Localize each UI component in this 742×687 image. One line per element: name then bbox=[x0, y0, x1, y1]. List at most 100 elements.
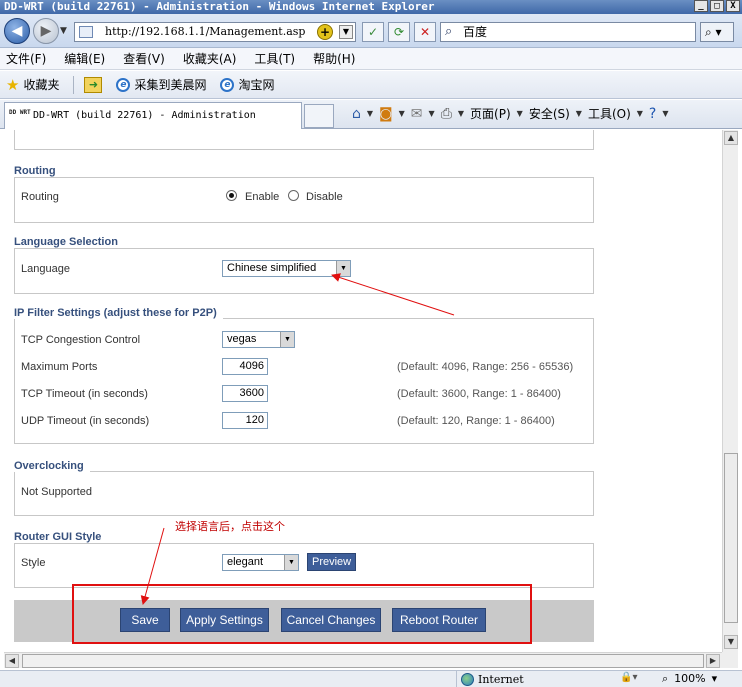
home-icon[interactable]: ⌂ bbox=[352, 106, 361, 122]
tools-dropdown-icon[interactable]: ▼ bbox=[637, 109, 643, 118]
address-dropdown-icon[interactable]: ▼ bbox=[339, 25, 353, 39]
favorite-link-2[interactable]: e 淘宝网 bbox=[220, 76, 275, 93]
routing-section bbox=[14, 177, 594, 223]
preview-button[interactable]: Preview bbox=[307, 553, 357, 571]
help-icon[interactable]: ? bbox=[649, 106, 656, 122]
menu-file[interactable]: 文件(F) bbox=[6, 50, 46, 67]
routing-enable-radio[interactable] bbox=[226, 190, 237, 201]
print-dropdown-icon[interactable]: ▼ bbox=[458, 109, 464, 118]
favorite-link-1[interactable]: e 采集到美晨网 bbox=[116, 76, 206, 93]
tcp-timeout-input[interactable]: 3600 bbox=[222, 385, 268, 402]
scroll-right-icon[interactable]: ▶ bbox=[706, 654, 720, 668]
address-toolbar: ◀ ▶ ▼ http://192.168.1.1/Management.asp … bbox=[0, 14, 742, 48]
menu-edit[interactable]: 编辑(E) bbox=[64, 50, 105, 67]
tab-title: DD-WRT (build 22761) - Administration bbox=[33, 110, 256, 121]
vertical-scrollbar[interactable]: ▲ ▼ bbox=[722, 130, 738, 652]
forward-button[interactable]: ▶ bbox=[33, 18, 59, 44]
horizontal-scroll-thumb[interactable] bbox=[22, 654, 704, 668]
search-icon: ⌕ ▾ bbox=[705, 25, 722, 39]
search-provider-icon: ⌕ bbox=[445, 24, 453, 39]
menu-help[interactable]: 帮助(H) bbox=[313, 50, 355, 67]
globe-icon bbox=[461, 673, 474, 686]
scroll-down-icon[interactable]: ▼ bbox=[724, 635, 738, 649]
max-ports-label: Maximum Ports bbox=[21, 361, 98, 373]
maximize-button[interactable]: □ bbox=[710, 0, 724, 12]
horizontal-scrollbar[interactable]: ◀ ▶ bbox=[4, 652, 722, 668]
add-favorite-button[interactable]: ➜ bbox=[84, 76, 103, 93]
refresh-icon[interactable]: ⟳ bbox=[388, 22, 410, 42]
language-value: Chinese simplified bbox=[227, 262, 317, 274]
page-menu[interactable]: 页面(P) bbox=[470, 105, 511, 122]
back-button[interactable]: ◀ bbox=[4, 18, 30, 44]
close-window-button[interactable]: X bbox=[726, 0, 740, 12]
new-tab-button[interactable] bbox=[304, 104, 334, 128]
page-dropdown-icon[interactable]: ▼ bbox=[517, 109, 523, 118]
safety-dropdown-icon[interactable]: ▼ bbox=[576, 109, 582, 118]
language-select[interactable]: Chinese simplified ▼ bbox=[222, 260, 351, 277]
scroll-left-icon[interactable]: ◀ bbox=[5, 654, 19, 668]
zone-label: Internet bbox=[478, 673, 524, 686]
address-input[interactable]: http://192.168.1.1/Management.asp + ▼ bbox=[74, 22, 356, 42]
print-icon[interactable]: ⎙ bbox=[441, 106, 452, 122]
previous-section bbox=[14, 130, 594, 150]
compatibility-icon[interactable]: + bbox=[317, 24, 333, 40]
congestion-select[interactable]: vegas ▼ bbox=[222, 331, 295, 348]
minimize-button[interactable]: _ bbox=[694, 0, 708, 12]
chevron-down-icon: ▼ bbox=[284, 555, 298, 570]
mail-dropdown-icon[interactable]: ▼ bbox=[429, 109, 435, 118]
chevron-down-icon: ▼ bbox=[280, 332, 294, 347]
mail-icon[interactable]: ✉ bbox=[411, 106, 423, 122]
scroll-corner bbox=[722, 652, 738, 668]
feeds-dropdown-icon[interactable]: ▼ bbox=[399, 109, 405, 118]
protected-mode-icon[interactable]: 🔒▾ bbox=[620, 672, 637, 683]
overclocking-section bbox=[14, 471, 594, 516]
udp-timeout-input[interactable]: 120 bbox=[222, 412, 268, 429]
vertical-scroll-thumb[interactable] bbox=[724, 453, 738, 623]
tab-ddwrt[interactable]: DD WRT DD-WRT (build 22761) - Administra… bbox=[4, 102, 302, 129]
style-label: Style bbox=[21, 557, 46, 569]
tools-menu[interactable]: 工具(O) bbox=[588, 105, 631, 122]
stop-icon[interactable]: ✕ bbox=[414, 22, 436, 42]
search-input[interactable]: ⌕ 百度 bbox=[440, 22, 696, 42]
zoom-level: 100% bbox=[674, 672, 706, 685]
style-value: elegant bbox=[227, 556, 264, 568]
back-arrow-icon: ◀ bbox=[11, 23, 23, 39]
feeds-icon[interactable]: ◙ bbox=[379, 106, 393, 122]
ie-page-icon: e bbox=[116, 77, 131, 92]
history-dropdown-icon[interactable]: ▼ bbox=[60, 26, 67, 36]
gui-style-legend: Router GUI Style bbox=[14, 531, 108, 543]
command-bar: ⌂ ▼ ◙ ▼ ✉ ▼ ⎙ ▼ 页面(P) ▼ 安全(S) ▼ 工具(O) ▼ ? ▼ bbox=[352, 105, 669, 122]
menu-view[interactable]: 查看(V) bbox=[123, 50, 165, 67]
safety-menu[interactable]: 安全(S) bbox=[529, 105, 570, 122]
menu-favorites[interactable]: 收藏夹(A) bbox=[183, 50, 237, 67]
zoom-dropdown-icon: ▾ bbox=[711, 672, 718, 685]
udp-timeout-label: UDP Timeout (in seconds) bbox=[21, 415, 150, 427]
zoom-control[interactable]: ⌕ 100% ▾ bbox=[662, 672, 717, 686]
overclocking-text: Not Supported bbox=[21, 486, 92, 498]
star-icon: ★ bbox=[6, 75, 20, 94]
favorites-button[interactable]: ★ 收藏夹 bbox=[6, 76, 59, 94]
address-url: http://192.168.1.1/Management.asp bbox=[105, 25, 306, 38]
favorite-link-label: 淘宝网 bbox=[238, 78, 275, 92]
style-select[interactable]: elegant ▼ bbox=[222, 554, 299, 571]
scroll-up-icon[interactable]: ▲ bbox=[724, 131, 738, 145]
search-placeholder: 百度 bbox=[463, 25, 488, 39]
routing-disable-label: Disable bbox=[306, 191, 343, 203]
help-dropdown-icon[interactable]: ▼ bbox=[662, 109, 668, 118]
rss-check-icon[interactable]: ✓ bbox=[362, 22, 384, 42]
max-ports-hint: (Default: 4096, Range: 256 - 65536) bbox=[397, 361, 574, 373]
security-zone: Internet bbox=[456, 671, 614, 687]
max-ports-input[interactable]: 4096 bbox=[222, 358, 268, 375]
home-dropdown-icon[interactable]: ▼ bbox=[367, 109, 373, 118]
routing-label: Routing bbox=[21, 191, 59, 203]
menu-tools[interactable]: 工具(T) bbox=[254, 50, 295, 67]
search-button[interactable]: ⌕ ▾ bbox=[700, 22, 734, 42]
forward-arrow-icon: ▶ bbox=[40, 23, 52, 39]
menu-bar: 文件(F) 编辑(E) 查看(V) 收藏夹(A) 工具(T) 帮助(H) bbox=[0, 48, 742, 70]
favorites-bar: ★ 收藏夹 ➜ e 采集到美晨网 e 淘宝网 bbox=[0, 71, 742, 99]
ddwrt-logo-icon: DD WRT bbox=[9, 109, 31, 116]
annotation-highlight-box bbox=[72, 584, 532, 644]
routing-legend: Routing bbox=[14, 165, 62, 177]
routing-disable-radio[interactable] bbox=[288, 190, 299, 201]
routing-enable-label: Enable bbox=[245, 191, 280, 203]
